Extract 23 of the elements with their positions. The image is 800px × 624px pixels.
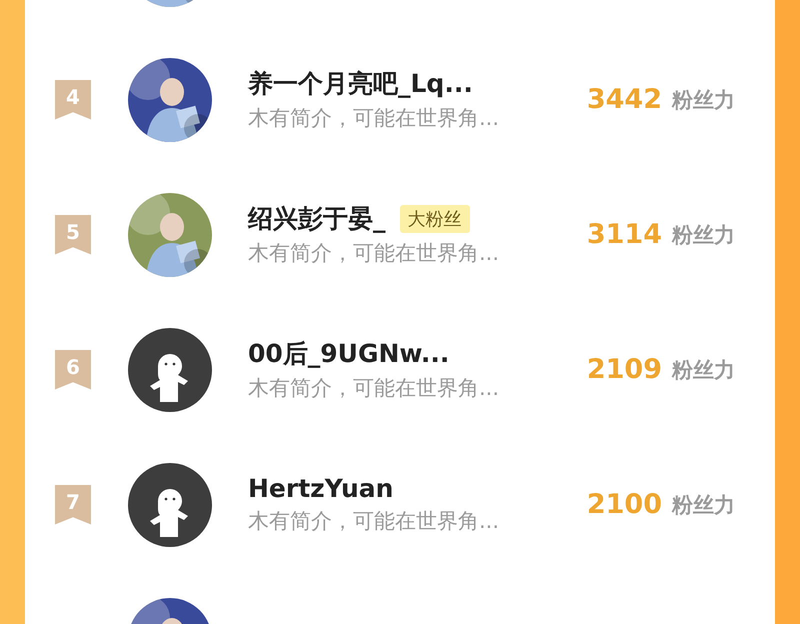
user-intro: 木有简介，可能在世界角... (248, 240, 500, 267)
user-intro: 木有简介，可能在世界角... (248, 508, 500, 535)
fan-tag: 大粉丝 (400, 204, 470, 232)
score-unit: 粉丝力 (672, 492, 735, 518)
user-name[interactable]: 绍兴彭于晏_ (248, 202, 386, 235)
rank-badge: 6 (55, 350, 91, 390)
user-intro: 木有简介，可能在世界角... (248, 105, 500, 132)
user-name[interactable]: 养一个月亮吧_Lq... (248, 67, 473, 100)
score-unit: 粉丝力 (672, 222, 735, 248)
user-name[interactable]: HertzYuan (248, 474, 394, 503)
score-unit: 粉丝力 (672, 356, 735, 384)
fan-score: 2109 (586, 354, 662, 385)
fan-score: 3114 (586, 219, 662, 250)
default-avatar-icon (128, 328, 212, 412)
user-name[interactable]: 00后_9UGNw... (248, 337, 450, 370)
fan-score: 3442 (586, 84, 662, 115)
score-unit: 粉丝力 (672, 86, 735, 114)
user-intro: 木有简介，可能在世界角... (248, 375, 500, 402)
rank-badge: 7 (55, 484, 91, 524)
fan-score: 2100 (586, 489, 662, 520)
rank-badge: 5 (55, 214, 91, 254)
default-avatar-icon (128, 462, 212, 546)
rank-badge: 4 (55, 80, 91, 120)
